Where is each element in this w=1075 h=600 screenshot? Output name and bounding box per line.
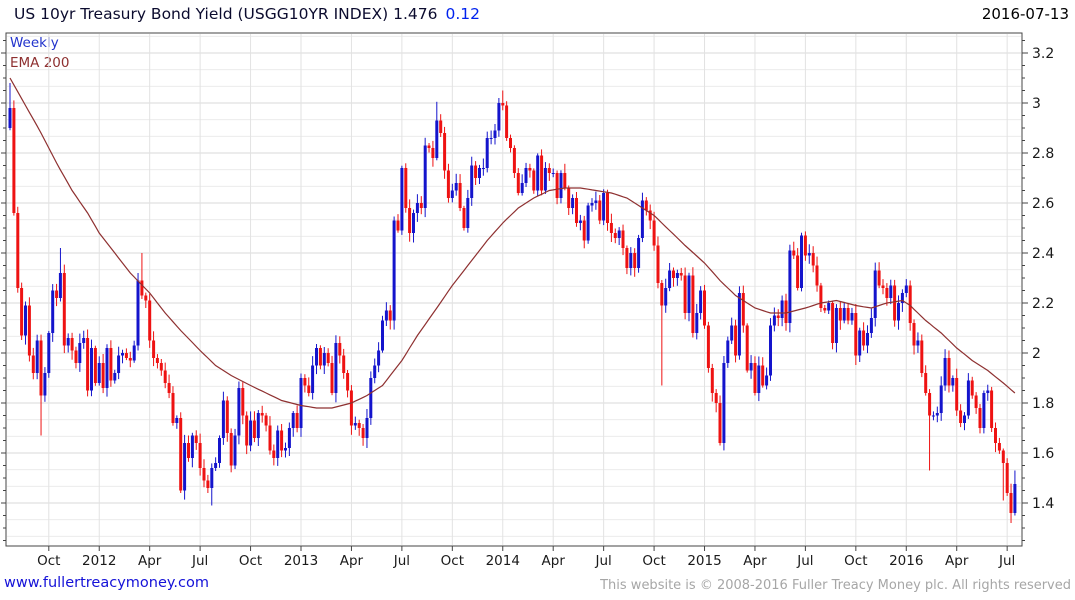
x-tick-label: Oct: [642, 553, 665, 569]
ema-line-layer: [9, 77, 1016, 409]
x-tick-label: Jul: [594, 553, 611, 569]
price-chart[interactable]: Oct 2012 Apr Jul Oct 2013 Apr Jul Oct 2014 Apr Jul O…: [0, 0, 1075, 600]
y-tick-label: 2.4: [1032, 246, 1054, 262]
x-tick-label: 2015: [687, 553, 721, 569]
y-tick-label: 3.2: [1032, 46, 1054, 62]
y-tick-label: 3: [1032, 96, 1041, 112]
y-tick-label: 2.2: [1032, 296, 1054, 312]
ema-200-line: [9, 77, 1016, 409]
x-tick-label: 2012: [82, 553, 116, 569]
x-tick-label: Apr: [340, 553, 364, 569]
x-tick-label: Oct: [37, 553, 60, 569]
x-tick-label: Oct: [441, 553, 464, 569]
x-tick-label: 2013: [284, 553, 318, 569]
x-tick-label: 2016: [889, 553, 923, 569]
grid-layer: [7, 34, 1021, 545]
axis-labels-layer: Oct 2012 Apr Jul Oct 2013 Apr Jul Oct 2014 Apr Jul O…: [37, 46, 1054, 569]
y-tick-label: 2: [1032, 346, 1041, 362]
x-tick-label: Jul: [191, 553, 208, 569]
website-link[interactable]: www.fullertreacymoney.com: [4, 575, 209, 591]
x-tick-label: Jul: [393, 553, 410, 569]
y-tick-label: 2.8: [1032, 146, 1054, 162]
y-tick-label: 1.4: [1032, 496, 1054, 512]
copyright-text: This website is © 2008-2016 Fuller Treac…: [600, 578, 1071, 593]
x-tick-label: Apr: [945, 553, 969, 569]
x-tick-label: Apr: [138, 553, 162, 569]
y-tick-label: 1.8: [1032, 396, 1054, 412]
x-tick-label: Apr: [743, 553, 767, 569]
x-tick-label: Jul: [998, 553, 1015, 569]
x-tick-label: Jul: [796, 553, 813, 569]
y-tick-label: 2.6: [1032, 196, 1054, 212]
x-tick-label: 2014: [486, 553, 520, 569]
x-tick-label: Apr: [542, 553, 566, 569]
y-tick-label: 1.6: [1032, 446, 1054, 462]
x-tick-label: Oct: [844, 553, 867, 569]
x-tick-label: Oct: [239, 553, 262, 569]
